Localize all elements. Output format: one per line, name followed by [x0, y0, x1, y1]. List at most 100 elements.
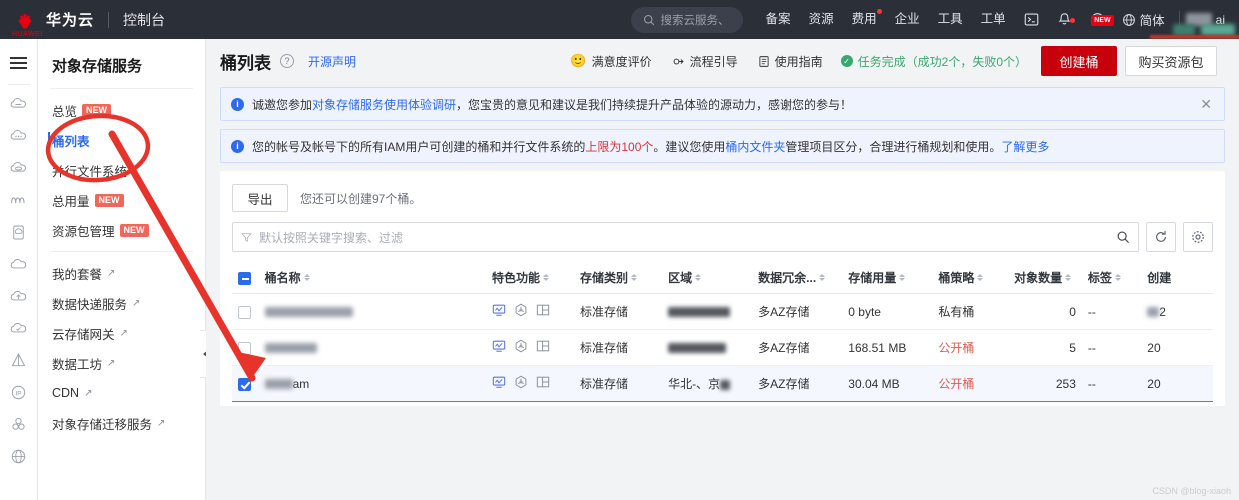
- top-link-enterprise[interactable]: 企业: [886, 0, 929, 39]
- cdn-hex-icon[interactable]: [514, 303, 528, 317]
- help-icon[interactable]: ? NEW: [1081, 12, 1114, 27]
- monitor-chart-icon[interactable]: [492, 339, 506, 353]
- bucket-name-cell[interactable]: [258, 329, 486, 366]
- refresh-button[interactable]: [1146, 222, 1176, 252]
- cloud-dots-icon[interactable]: [0, 120, 38, 152]
- layout-grid-icon[interactable]: [536, 375, 550, 389]
- hamburger-icon[interactable]: [0, 47, 38, 79]
- layout-grid-icon[interactable]: [536, 339, 550, 353]
- top-link-tools[interactable]: 工具: [929, 0, 972, 39]
- sidebar-item-label: 我的套餐: [52, 267, 103, 282]
- cloud-disk-icon[interactable]: [0, 152, 38, 184]
- sidebar-item-parallel-fs[interactable]: 并行文件系统: [38, 155, 205, 185]
- bucket-name-cell[interactable]: [258, 293, 486, 330]
- folder-link[interactable]: 桶内文件夹: [725, 138, 785, 155]
- table-row[interactable]: 标准存储 多AZ存储 0 byte 私有桶 0 -- 2: [232, 293, 1213, 330]
- storage-card-icon[interactable]: [0, 216, 38, 248]
- settings-button[interactable]: [1183, 222, 1213, 252]
- create-bucket-button[interactable]: 创建桶: [1041, 46, 1117, 76]
- check-circle-icon: ✓: [840, 55, 853, 67]
- row-checkbox[interactable]: [238, 305, 251, 319]
- col-redundancy[interactable]: 数据冗余...: [752, 262, 843, 294]
- row-select-cell: [232, 293, 259, 330]
- question-icon[interactable]: ?: [280, 54, 294, 68]
- cdn-hex-icon[interactable]: [514, 339, 528, 353]
- open-source-link[interactable]: 开源声明: [308, 53, 356, 70]
- survey-alert: i 诚邀您参加 对象存储服务使用体验调研 ，您宝贵的意见和建议是我们持续提升产品体验…: [220, 87, 1225, 121]
- table-row[interactable]: 标准存储 多AZ存储 168.51 MB 公开桶 5 -- 20: [232, 329, 1213, 366]
- buy-package-button[interactable]: 购买资源包: [1125, 46, 1217, 76]
- top-link-beian[interactable]: 备案: [757, 0, 800, 39]
- main-content: 桶列表 ? 开源声明 🙂 满意度评价 流程引导 使用指南 ✓ 任务完成（成功2个…: [206, 39, 1239, 500]
- cloud-plain-icon[interactable]: [0, 248, 38, 280]
- sidebar-item-my-package[interactable]: 我的套餐 ↗: [38, 258, 205, 288]
- sidebar-item-cloud-gateway[interactable]: 云存储网关 ↗: [38, 318, 205, 348]
- page-header-actions: 🙂 满意度评价 流程引导 使用指南 ✓ 任务完成（成功2个，失败0个） 创建桶 …: [560, 46, 1225, 76]
- features-cell: [485, 365, 574, 402]
- sidebar-item-des[interactable]: 数据快递服务 ↗: [38, 288, 205, 318]
- redundancy-cell: 多AZ存储: [752, 365, 843, 402]
- cluster-icon[interactable]: [0, 408, 38, 440]
- region-cell: 华北-、京: [662, 365, 753, 402]
- sidebar-item-overview[interactable]: 总览 NEW: [38, 95, 205, 125]
- sidebar-item-label: 数据工坊: [52, 357, 103, 372]
- region-cell: [662, 293, 753, 330]
- user-guide-button[interactable]: 使用指南: [748, 53, 833, 70]
- process-guide-button[interactable]: 流程引导: [662, 53, 748, 70]
- sidebar-item-package-mgmt[interactable]: 资源包管理 NEW: [38, 215, 205, 245]
- cdn-hex-icon[interactable]: [514, 375, 528, 389]
- sidebar-divider-top: [50, 88, 193, 89]
- col-label: 存储类别: [580, 271, 629, 285]
- search-input[interactable]: 默认按照关键字搜索、过滤: [232, 222, 1139, 252]
- sidebar-item-total-usage[interactable]: 总用量 NEW: [38, 185, 205, 215]
- table-row[interactable]: am 标准存储 华北-、京 多AZ存储 30.04 MB 公开桶 253 --: [232, 365, 1213, 402]
- sidebar-item-label: 总用量: [52, 194, 90, 209]
- col-policy[interactable]: 桶策略: [932, 262, 1009, 294]
- select-all-checkbox[interactable]: [238, 271, 251, 285]
- tag-cell: --: [1081, 293, 1142, 330]
- pyramid-icon[interactable]: [0, 344, 38, 376]
- col-features[interactable]: 特色功能: [485, 262, 574, 294]
- col-storage-class[interactable]: 存储类别: [574, 262, 663, 294]
- console-label[interactable]: 控制台: [123, 10, 165, 30]
- bucket-name-cell[interactable]: am: [258, 365, 486, 402]
- col-bucket-name[interactable]: 桶名称: [258, 262, 486, 294]
- survey-link[interactable]: 对象存储服务使用体验调研: [312, 96, 456, 113]
- cloudshell-icon[interactable]: [1015, 12, 1048, 27]
- row-checkbox[interactable]: [238, 377, 251, 391]
- col-created[interactable]: 创建: [1141, 262, 1213, 294]
- cloud-server-icon[interactable]: [0, 88, 38, 120]
- col-tags[interactable]: 标签: [1081, 262, 1142, 294]
- export-button[interactable]: 导出: [232, 184, 288, 212]
- global-search[interactable]: 搜索云服务、: [630, 6, 743, 33]
- monitor-chart-icon[interactable]: [492, 375, 506, 389]
- sidebar-item-cdn[interactable]: CDN ↗: [38, 378, 205, 408]
- col-usage[interactable]: 存储用量: [842, 262, 933, 294]
- globe-icon[interactable]: [0, 440, 38, 472]
- top-link-ticket[interactable]: 工单: [972, 0, 1015, 39]
- sidebar-item-data-workshop[interactable]: 数据工坊 ↗: [38, 348, 205, 378]
- learn-more-link[interactable]: 了解更多: [1001, 138, 1049, 155]
- ip-circle-icon[interactable]: IP: [0, 376, 38, 408]
- cloud-check-icon[interactable]: [0, 312, 38, 344]
- col-label: 存储用量: [848, 271, 897, 285]
- cloud-upload-icon[interactable]: [0, 280, 38, 312]
- language-switcher[interactable]: 简体: [1114, 10, 1173, 29]
- external-link-icon: ↗: [84, 387, 93, 399]
- bell-icon[interactable]: [1048, 12, 1081, 27]
- sidebar-item-bucket-list[interactable]: 桶列表: [38, 125, 205, 155]
- wave-icon[interactable]: [0, 184, 38, 216]
- layout-grid-icon[interactable]: [536, 303, 550, 317]
- task-status[interactable]: ✓ 任务完成（成功2个，失败0个）: [833, 53, 1027, 70]
- huawei-logo[interactable]: HUAWEI 华为云: [0, 9, 94, 38]
- row-checkbox[interactable]: [238, 341, 251, 355]
- monitor-chart-icon[interactable]: [492, 303, 506, 317]
- satisfaction-survey-button[interactable]: 🙂 满意度评价: [560, 53, 661, 70]
- region-text: 华北-、京: [668, 377, 721, 391]
- col-region[interactable]: 区域: [662, 262, 753, 294]
- top-link-resource[interactable]: 资源: [800, 0, 843, 39]
- close-icon[interactable]: ✕: [1198, 96, 1214, 113]
- sidebar-item-oms[interactable]: 对象存储迁移服务 ↗: [38, 408, 205, 438]
- top-link-billing[interactable]: 费用: [843, 0, 886, 39]
- col-object-count[interactable]: 对象数量: [1008, 262, 1082, 294]
